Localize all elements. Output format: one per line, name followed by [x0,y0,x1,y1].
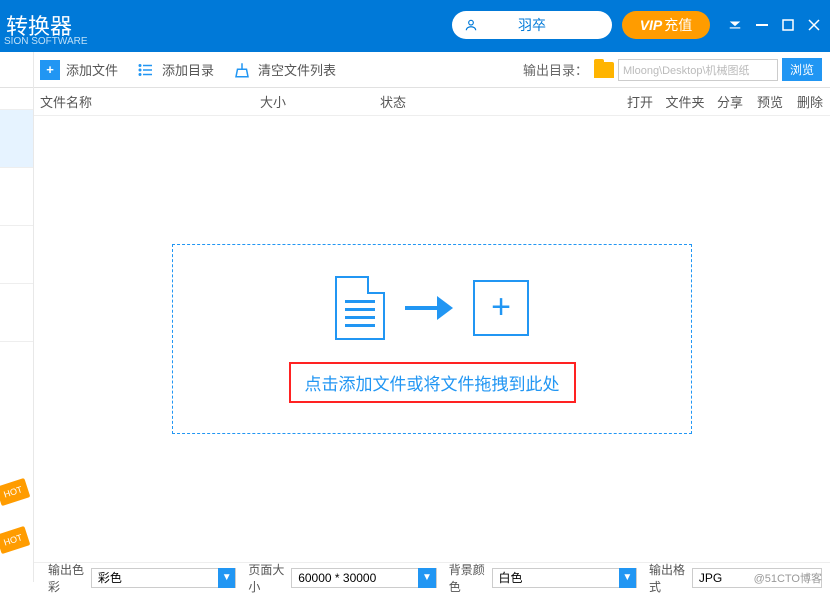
output-color-select[interactable]: ▼ [91,568,237,588]
plus-icon: + [40,60,60,80]
page-size-select[interactable]: ▼ [291,568,437,588]
dropdown-icon[interactable] [728,18,742,32]
add-icon: + [473,280,529,336]
add-file-button[interactable]: + 添加文件 [40,60,118,80]
sidebar-item[interactable] [0,52,33,110]
col-delete: 删除 [790,92,830,111]
bg-color-select[interactable]: ▼ [492,568,638,588]
close-button[interactable] [808,19,820,31]
document-icon [335,276,385,340]
minimize-button[interactable] [756,19,768,31]
list-icon [136,60,156,80]
col-preview: 预览 [750,92,790,111]
dropzone-text: 点击添加文件或将文件拖拽到此处 [289,362,576,403]
col-status: 状态 [380,92,620,111]
sidebar-item[interactable] [0,110,33,168]
bottom-bar: 输出色彩 ▼ 页面大小 ▼ 背景颜色 ▼ 输出格式 [34,562,830,592]
user-icon [464,18,478,32]
output-path-input[interactable] [618,59,778,81]
username: 羽卒 [518,15,546,35]
arrow-right-icon [405,296,453,320]
browse-button[interactable]: 浏览 [782,58,822,81]
vip-recharge-button[interactable]: VIP充值 [622,11,710,39]
chevron-down-icon[interactable]: ▼ [418,568,435,588]
col-share: 分享 [710,92,750,111]
output-format-label: 输出格式 [649,561,686,595]
broom-icon [232,60,252,80]
col-size: 大小 [260,92,380,111]
maximize-button[interactable] [782,19,794,31]
bg-color-label: 背景颜色 [449,561,486,595]
user-account[interactable]: 羽卒 [452,11,612,39]
col-folder: 文件夹 [660,92,710,111]
output-color-label: 输出色彩 [48,561,85,595]
chevron-down-icon[interactable]: ▼ [619,568,636,588]
col-filename: 文件名称 [40,92,260,111]
folder-icon [594,62,614,78]
sidebar-item[interactable] [0,284,33,342]
watermark: @51CTO博客 [754,570,822,586]
page-size-label: 页面大小 [248,561,285,595]
app-subtitle: SION SOFTWARE [0,36,830,52]
dropzone[interactable]: + 点击添加文件或将文件拖拽到此处 [172,244,692,434]
hot-badge: HOT [0,478,30,506]
sidebar-item[interactable] [0,226,33,284]
sidebar: HOT HOT [0,52,34,582]
clear-list-button[interactable]: 清空文件列表 [232,60,336,80]
col-open: 打开 [620,92,660,111]
hot-badge: HOT [0,526,30,554]
vip-prefix: VIP [640,17,663,33]
add-directory-button[interactable]: 添加目录 [136,60,214,80]
column-header: 文件名称 大小 状态 打开 文件夹 分享 预览 删除 [0,88,830,116]
chevron-down-icon[interactable]: ▼ [218,568,235,588]
sidebar-item[interactable] [0,168,33,226]
output-dir-label: 输出目录： [523,60,588,79]
